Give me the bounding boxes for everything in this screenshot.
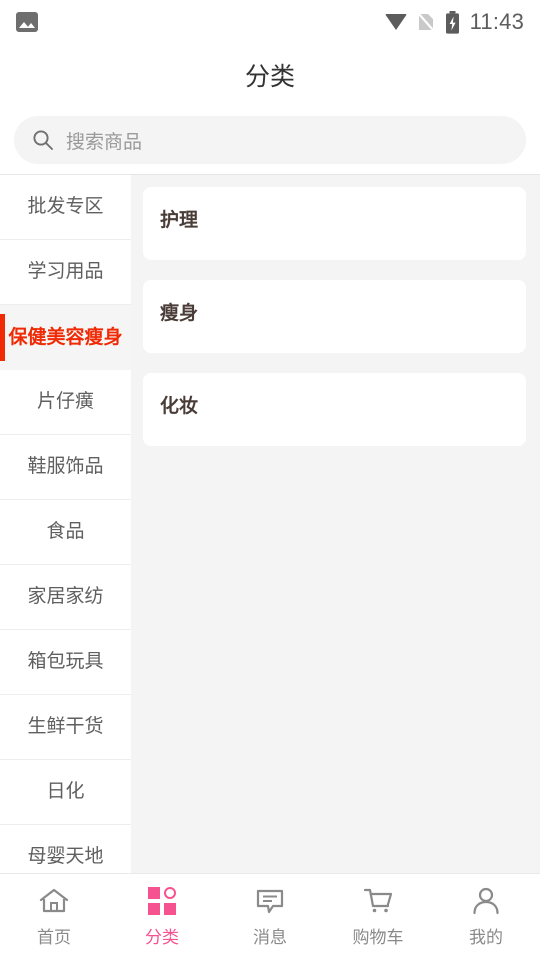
- nav-item-profile[interactable]: 我的: [432, 874, 540, 960]
- sidebar-item-label: 家居家纺: [27, 586, 104, 608]
- subcategory-card-0[interactable]: 护理: [143, 187, 526, 260]
- sim-off-icon: [417, 13, 434, 31]
- sidebar-item-label: 箱包玩具: [27, 651, 104, 673]
- sidebar-item-10[interactable]: 母婴天地: [0, 825, 131, 873]
- search-input[interactable]: 搜索商品: [14, 116, 526, 164]
- title-bar: 分类: [0, 44, 540, 106]
- subcategory-title: 化妆: [160, 396, 199, 417]
- subcategory-card-2[interactable]: 化妆: [143, 373, 526, 446]
- subcategory-card-1[interactable]: 瘦身: [143, 280, 526, 353]
- nav-label: 消息: [253, 928, 287, 947]
- sidebar-item-3[interactable]: 片仔癀: [0, 370, 131, 435]
- nav-label: 我的: [469, 928, 503, 947]
- cart-icon: [363, 886, 393, 916]
- home-icon: [39, 886, 69, 916]
- sidebar-item-label: 母婴天地: [27, 846, 104, 868]
- search-bar-container: 搜索商品: [0, 106, 540, 174]
- category-sidebar[interactable]: 批发专区 学习用品 保健美容瘦身 片仔癀 鞋服饰品 食品 家居家纺 箱包玩具 生…: [0, 175, 131, 873]
- sidebar-item-0[interactable]: 批发专区: [0, 175, 131, 240]
- subcategory-panel: 护理 瘦身 化妆: [131, 175, 540, 873]
- message-icon: [255, 886, 285, 916]
- sidebar-item-2[interactable]: 保健美容瘦身: [0, 305, 131, 370]
- nav-label: 购物车: [352, 928, 404, 947]
- sidebar-item-4[interactable]: 鞋服饰品: [0, 435, 131, 500]
- sidebar-item-label: 学习用品: [27, 261, 104, 283]
- app-screen: 11:43 分类 搜索商品 批发专区 学习用品 保健美容瘦身 片仔癀 鞋服饰品 …: [0, 0, 540, 960]
- person-icon: [471, 886, 501, 916]
- nav-label: 首页: [37, 928, 71, 947]
- sidebar-item-label: 片仔癀: [36, 391, 94, 413]
- sidebar-item-label: 生鲜干货: [27, 716, 104, 738]
- sidebar-item-label: 鞋服饰品: [27, 456, 104, 478]
- sidebar-item-1[interactable]: 学习用品: [0, 240, 131, 305]
- battery-charging-icon: [445, 10, 459, 34]
- status-bar: 11:43: [0, 0, 540, 44]
- sidebar-item-label: 保健美容瘦身: [8, 326, 123, 348]
- sidebar-item-8[interactable]: 生鲜干货: [0, 695, 131, 760]
- nav-item-category[interactable]: 分类: [108, 874, 216, 960]
- sidebar-item-label: 批发专区: [27, 196, 104, 218]
- nav-item-message[interactable]: 消息: [216, 874, 324, 960]
- sidebar-item-label: 日化: [46, 781, 85, 803]
- sidebar-item-label: 食品: [46, 521, 85, 543]
- image-icon: [16, 12, 38, 32]
- sidebar-item-9[interactable]: 日化: [0, 760, 131, 825]
- status-bar-right: 11:43: [384, 9, 524, 35]
- wifi-icon: [384, 14, 407, 30]
- bottom-navigation: 首页 分类 消息 购物车 我的: [0, 873, 540, 960]
- sidebar-item-6[interactable]: 家居家纺: [0, 565, 131, 630]
- sidebar-item-5[interactable]: 食品: [0, 500, 131, 565]
- search-icon: [33, 130, 53, 150]
- grid-icon: [147, 886, 177, 916]
- sidebar-item-7[interactable]: 箱包玩具: [0, 630, 131, 695]
- status-bar-clock: 11:43: [469, 9, 524, 34]
- search-placeholder: 搜索商品: [66, 131, 143, 153]
- subcategory-title: 瘦身: [160, 303, 199, 324]
- nav-item-cart[interactable]: 购物车: [324, 874, 432, 960]
- subcategory-title: 护理: [160, 210, 199, 231]
- nav-item-home[interactable]: 首页: [0, 874, 108, 960]
- main-content: 批发专区 学习用品 保健美容瘦身 片仔癀 鞋服饰品 食品 家居家纺 箱包玩具 生…: [0, 175, 540, 873]
- status-bar-left: [16, 12, 38, 32]
- page-title: 分类: [244, 63, 295, 91]
- nav-label: 分类: [145, 928, 179, 947]
